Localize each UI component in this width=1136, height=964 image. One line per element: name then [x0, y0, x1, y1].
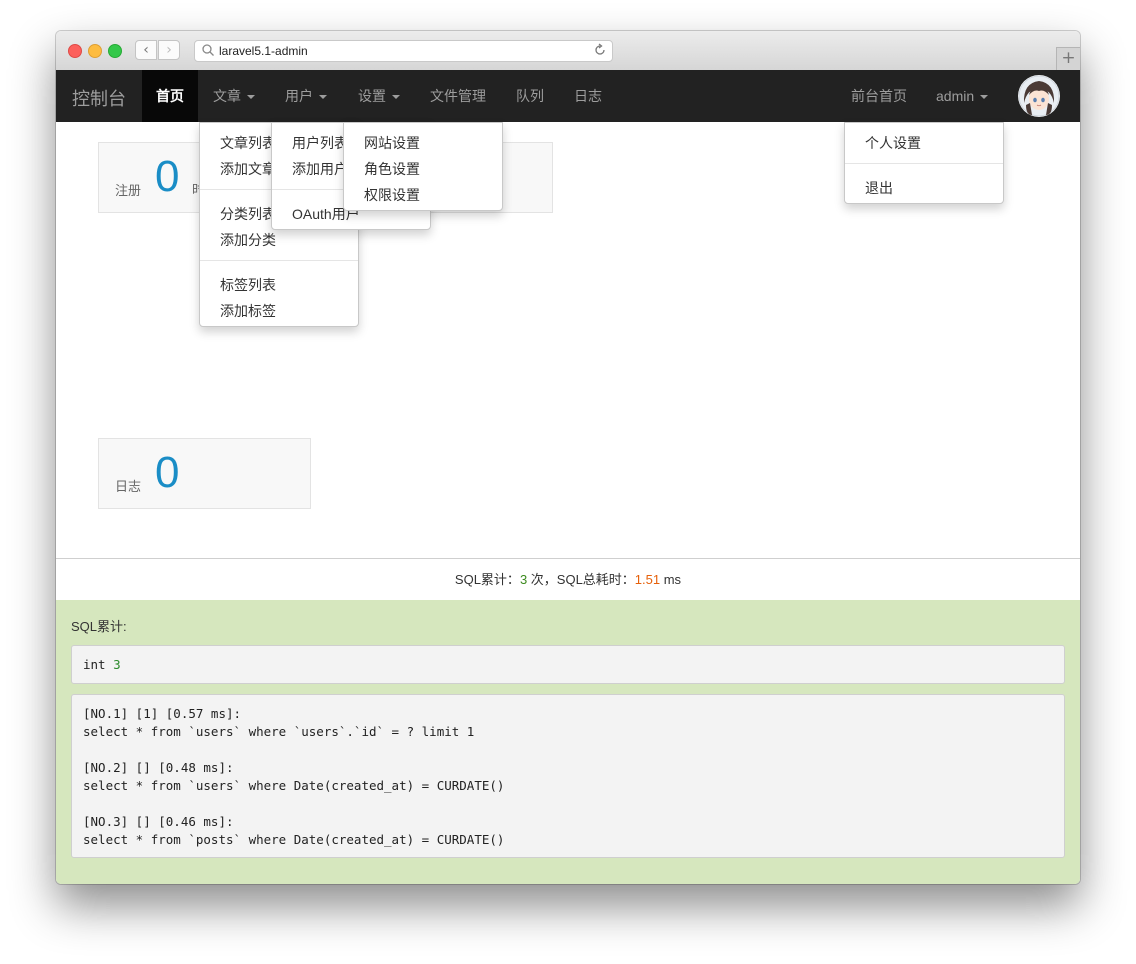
menu-item-logout[interactable]: 退出: [865, 178, 893, 198]
menu-item-role-settings[interactable]: 角色设置: [364, 159, 420, 179]
nav-item-label: 队列: [516, 88, 544, 104]
nav-item-label: 前台首页: [851, 88, 907, 104]
minimize-window-button[interactable]: [88, 44, 102, 58]
admin-dropdown-menu: 个人设置 退出: [844, 122, 1004, 204]
menu-item-add-category[interactable]: 添加分类: [220, 230, 276, 250]
query-header: [NO.1] [1] [0.57 ms]:: [83, 706, 242, 721]
int-type: int: [83, 657, 114, 672]
int-value: 3: [113, 657, 121, 672]
sql-summary-label: SQL累计：: [454, 572, 520, 587]
forward-button[interactable]: ›: [158, 40, 180, 60]
menu-item-site-settings[interactable]: 网站设置: [364, 133, 420, 153]
nav-item-label: admin: [936, 88, 975, 104]
sql-summary-mid: 次，SQL总耗时：: [527, 572, 635, 587]
browser-window: ‹ › laravel5.1-admin + 控制台 首页 文章 用户 设置 文…: [56, 31, 1080, 884]
caret-down-icon: [980, 95, 989, 100]
sql-time-unit: ms: [660, 572, 682, 587]
sql-query-log: [NO.1] [1] [0.57 ms]: select * from `use…: [71, 694, 1065, 858]
nav-item-admin[interactable]: admin: [936, 70, 989, 122]
nav-item-users[interactable]: 用户: [285, 70, 327, 122]
nav-item-queue[interactable]: 队列: [516, 70, 544, 122]
nav-item-label: 文章: [213, 88, 241, 104]
nav-item-label: 日志: [574, 88, 602, 104]
sql-panel-title: SQL累计:: [71, 619, 127, 634]
nav-item-label: 文件管理: [430, 88, 486, 104]
nav-item-articles[interactable]: 文章: [213, 70, 255, 122]
menu-item-user-list[interactable]: 用户列表: [292, 133, 348, 153]
nav-item-settings[interactable]: 设置: [358, 70, 400, 122]
menu-item-add-article[interactable]: 添加文章: [220, 159, 276, 179]
query-sql: select * from `users` where `users`.`id`…: [83, 724, 475, 739]
top-navbar: 控制台 首页 文章 用户 设置 文件管理 队列 日志 前台首页 admin: [56, 70, 1080, 122]
back-button[interactable]: ‹: [135, 40, 157, 60]
nav-item-files[interactable]: 文件管理: [430, 70, 486, 122]
browser-titlebar: ‹ › laravel5.1-admin +: [56, 31, 1080, 71]
nav-item-label: 用户: [285, 88, 313, 104]
nav-item-frontend-home[interactable]: 前台首页: [851, 70, 907, 122]
nav-item-home[interactable]: 首页: [142, 70, 198, 122]
query-header: [NO.2] [] [0.48 ms]:: [83, 760, 234, 775]
menu-item-category-list[interactable]: 分类列表: [220, 204, 276, 224]
menu-item-add-tag[interactable]: 添加标签: [220, 301, 276, 321]
menu-item-permission-settings[interactable]: 权限设置: [364, 185, 420, 205]
menu-item-article-list[interactable]: 文章列表: [220, 133, 276, 153]
zoom-window-button[interactable]: [108, 44, 122, 58]
settings-dropdown-menu: 网站设置 角色设置 权限设置: [343, 122, 503, 211]
sql-count-dump: int 3: [71, 645, 1065, 684]
query-header: [NO.3] [] [0.46 ms]:: [83, 814, 234, 829]
stat-card-logs: 日志 0: [98, 438, 311, 509]
new-tab-button[interactable]: +: [1056, 47, 1080, 70]
sql-debug-panel: SQL累计: int 3 [NO.1] [1] [0.57 ms]: selec…: [56, 600, 1080, 884]
address-bar[interactable]: laravel5.1-admin: [194, 40, 613, 62]
menu-item-add-user[interactable]: 添加用户: [292, 159, 348, 179]
avatar-image: [1018, 75, 1060, 117]
query-sql: select * from `posts` where Date(created…: [83, 832, 505, 847]
close-window-button[interactable]: [68, 44, 82, 58]
reload-icon[interactable]: [593, 43, 607, 57]
nav-item-logs[interactable]: 日志: [574, 70, 602, 122]
caret-down-icon: [247, 95, 255, 100]
stat-label: 日志: [115, 479, 142, 494]
menu-item-tag-list[interactable]: 标签列表: [220, 275, 276, 295]
query-sql: select * from `users` where Date(created…: [83, 778, 505, 793]
menu-divider: [845, 163, 1003, 164]
caret-down-icon: [319, 95, 327, 100]
sql-total-time: 1.51: [634, 572, 661, 587]
caret-down-icon: [392, 95, 400, 100]
nav-item-label: 首页: [156, 88, 184, 104]
menu-item-profile-settings[interactable]: 个人设置: [865, 133, 921, 153]
url-text: laravel5.1-admin: [219, 44, 308, 58]
nav-item-label: 设置: [358, 88, 386, 104]
search-icon: [202, 44, 214, 56]
sql-summary: SQL累计：3 次，SQL总耗时：1.51 ms: [56, 558, 1080, 601]
navbar-brand[interactable]: 控制台: [72, 85, 126, 111]
stat-label: 注册: [115, 183, 142, 198]
stat-value: 0: [155, 448, 180, 497]
stat-value: 0: [155, 152, 180, 201]
avatar[interactable]: [1018, 75, 1060, 117]
menu-divider: [200, 260, 358, 261]
